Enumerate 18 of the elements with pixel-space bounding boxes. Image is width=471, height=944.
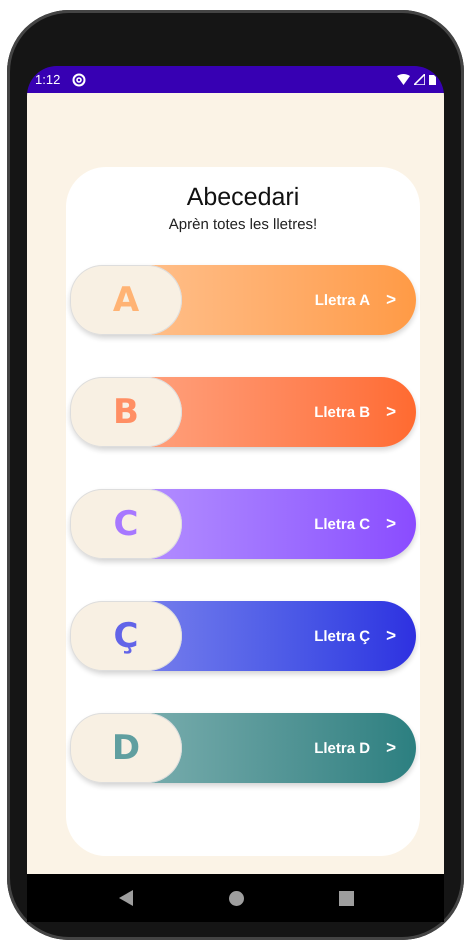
letter-badge: B: [70, 377, 182, 447]
letter-button[interactable]: Ç Lletra Ç >: [70, 601, 416, 671]
home-icon[interactable]: [228, 890, 244, 906]
letter-badge: C: [70, 489, 182, 559]
letter-button[interactable]: C Lletra C >: [70, 489, 416, 559]
letter-button[interactable]: D Lletra D >: [70, 713, 416, 783]
letter-badge: D: [70, 713, 182, 783]
battery-icon: [429, 74, 436, 85]
letter-badge: A: [70, 265, 182, 335]
letter-badge: Ç: [70, 601, 182, 671]
recents-icon[interactable]: [338, 890, 354, 906]
back-icon[interactable]: [118, 890, 134, 906]
wifi-icon: [397, 74, 410, 85]
letter-button[interactable]: B Lletra B >: [70, 377, 416, 447]
page-title: Abecedari: [186, 183, 300, 212]
signal-icon: [414, 74, 425, 85]
status-time: 1:12: [35, 72, 60, 87]
page-subtitle: Aprèn totes les lletres!: [168, 216, 318, 233]
